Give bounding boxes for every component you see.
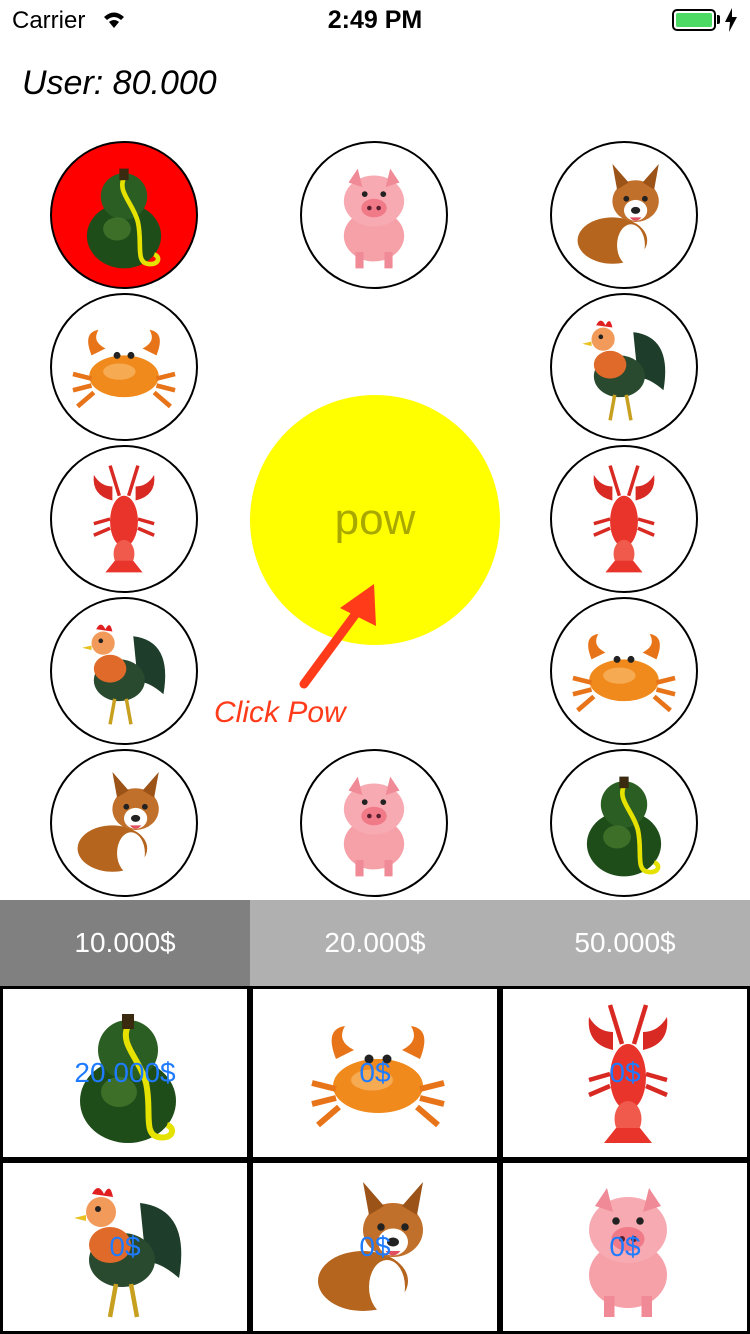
- battery-nub: [717, 15, 720, 24]
- bet-option-20000[interactable]: 20.000$: [250, 900, 500, 986]
- pig-icon: [316, 157, 432, 273]
- charging-icon: [725, 8, 737, 32]
- cell-amount: 20.000$: [74, 1057, 176, 1088]
- token-rooster[interactable]: [50, 597, 198, 745]
- corgi-icon: [566, 157, 682, 273]
- grid-cell-lobster[interactable]: 0$: [500, 986, 750, 1160]
- token-rooster[interactable]: [550, 293, 698, 441]
- cell-amount: 0$: [609, 1057, 641, 1088]
- grid-cell-corgi[interactable]: 0$: [250, 1160, 500, 1334]
- token-gourd[interactable]: [50, 141, 198, 289]
- pig-icon: [316, 765, 432, 881]
- cell-amount: 0$: [109, 1231, 141, 1262]
- token-crab[interactable]: [550, 597, 698, 745]
- crab-icon: [566, 613, 682, 729]
- rooster-icon: [566, 309, 682, 425]
- corgi-icon: [66, 765, 182, 881]
- token-lobster[interactable]: [50, 445, 198, 593]
- token-corgi[interactable]: [50, 749, 198, 897]
- click-pow-hint: Click Pow: [214, 696, 346, 729]
- grid-cell-rooster[interactable]: 0$: [0, 1160, 250, 1334]
- lobster-icon: [566, 461, 682, 577]
- cell-amount: 0$: [609, 1231, 641, 1262]
- grid-cell-gourd[interactable]: 20.000$: [0, 986, 250, 1160]
- token-corgi[interactable]: [550, 141, 698, 289]
- lobster-icon: [66, 461, 182, 577]
- user-balance: User: 80.000: [22, 64, 217, 102]
- gourd-icon: [66, 157, 182, 273]
- token-gourd[interactable]: [550, 749, 698, 897]
- bet-grid: 20.000$ 0$ 0$ 0$ 0$ 0$: [0, 986, 750, 1334]
- crab-icon: [66, 309, 182, 425]
- bet-selector: 10.000$ 20.000$ 50.000$: [0, 900, 750, 986]
- rooster-icon: [66, 613, 182, 729]
- cell-amount: 0$: [359, 1057, 391, 1088]
- status-bar: Carrier 2:49 PM: [0, 0, 750, 40]
- token-crab[interactable]: [50, 293, 198, 441]
- grid-cell-crab[interactable]: 0$: [250, 986, 500, 1160]
- cell-amount: 0$: [359, 1231, 391, 1262]
- arrow-icon: [299, 584, 376, 689]
- token-pig[interactable]: [300, 749, 448, 897]
- status-time: 2:49 PM: [327, 6, 423, 34]
- token-pig[interactable]: [300, 141, 448, 289]
- bet-option-10000[interactable]: 10.000$: [0, 900, 250, 986]
- battery-icon: [672, 9, 716, 31]
- grid-cell-pig[interactable]: 0$: [500, 1160, 750, 1334]
- token-lobster[interactable]: [550, 445, 698, 593]
- bet-option-50000[interactable]: 50.000$: [500, 900, 750, 986]
- pow-label: pow: [334, 495, 416, 544]
- gourd-icon: [566, 765, 682, 881]
